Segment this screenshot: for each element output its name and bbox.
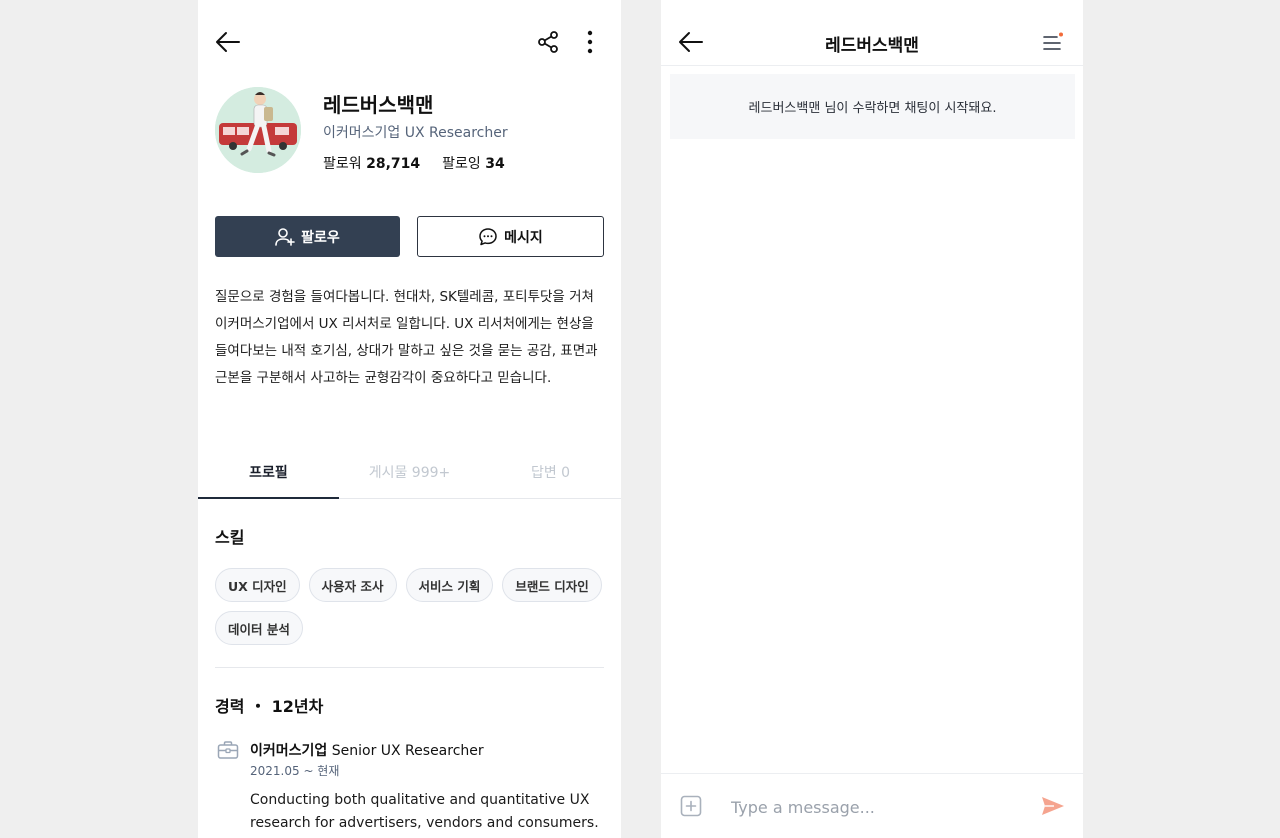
follow-button-label: 팔로우 (301, 229, 340, 246)
career-description: Conducting both qualitative and quantita… (250, 792, 599, 831)
section-divider (215, 667, 604, 668)
chat-panel: 레드버스백맨 레드버스백맨 님이 수락하면 채팅이 시작돼요. (661, 0, 1083, 838)
send-button[interactable] (1039, 793, 1067, 819)
skills-title: 스킬 (215, 528, 245, 547)
profile-title: 이커머스기업 UX Researcher (323, 125, 508, 141)
share-icon (538, 31, 558, 53)
share-button[interactable] (534, 28, 562, 56)
skills-list: UX 디자인 사용자 조사 서비스 기획 브랜드 디자인 데이터 분석 (215, 568, 605, 645)
tab-answers[interactable]: 답변 0 (480, 446, 621, 498)
profile-tabs: 프로필 게시물 999+ 답변 0 (198, 446, 621, 499)
tab-posts[interactable]: 게시물 999+ (339, 446, 480, 498)
skill-chip[interactable]: 데이터 분석 (215, 611, 303, 645)
profile-name: 레드버스백맨 (323, 93, 434, 117)
career-role: Senior UX Researcher (331, 743, 484, 759)
profile-panel: 레드버스백맨 이커머스기업 UX Researcher 팔로워 28,714 팔… (198, 0, 621, 838)
career-period: 2021.05 ~ 현재 (250, 764, 340, 778)
following-label: 팔로잉 (442, 156, 481, 172)
back-button[interactable] (214, 28, 242, 56)
chat-notice: 레드버스백맨 님이 수락하면 채팅이 시작돼요. (670, 74, 1075, 139)
avatar-illustration (215, 87, 301, 173)
profile-bio: 질문으로 경험을 들여다봅니다. 현대차, SK텔레콤, 포티투닷을 거쳐 이커… (215, 289, 598, 386)
career-company: 이커머스기업 (250, 743, 328, 759)
chat-menu-button[interactable] (1041, 30, 1065, 54)
chat-header: 레드버스백맨 (661, 0, 1083, 66)
add-attachment-button[interactable] (679, 794, 703, 818)
message-input-bar (661, 773, 1083, 838)
follow-button[interactable]: 팔로우 (215, 216, 400, 257)
arrow-left-icon (216, 32, 240, 52)
plus-square-icon (680, 795, 702, 817)
menu-icon (1043, 32, 1063, 50)
followers-stat[interactable]: 팔로워 28,714 (323, 153, 420, 173)
more-vertical-icon (587, 30, 593, 54)
message-input[interactable] (731, 792, 1021, 822)
skill-chip[interactable]: 서비스 기획 (405, 568, 494, 602)
career-heading: 이커머스기업 Senior UX Researcher (250, 740, 484, 760)
send-icon (1042, 797, 1064, 815)
followers-label: 팔로워 (323, 156, 362, 172)
following-count: 34 (485, 156, 505, 172)
tab-profile[interactable]: 프로필 (198, 446, 339, 499)
user-plus-icon (275, 227, 295, 246)
career-title: 경력 ・ 12년차 (215, 697, 324, 716)
message-button-label: 메시지 (504, 229, 543, 246)
skill-chip[interactable]: 브랜드 디자인 (502, 568, 602, 602)
chat-bubble-icon (479, 227, 497, 245)
briefcase-icon (217, 740, 239, 760)
chat-title: 레드버스백맨 (825, 36, 919, 56)
following-stat[interactable]: 팔로잉 34 (442, 153, 505, 173)
skill-chip[interactable]: 사용자 조사 (308, 568, 397, 602)
skill-chip[interactable]: UX 디자인 (215, 568, 300, 602)
followers-count: 28,714 (366, 156, 421, 172)
message-button[interactable]: 메시지 (417, 216, 604, 257)
avatar (215, 87, 301, 173)
more-options-button[interactable] (578, 28, 602, 56)
follow-stats: 팔로워 28,714 팔로잉 34 (323, 153, 505, 173)
